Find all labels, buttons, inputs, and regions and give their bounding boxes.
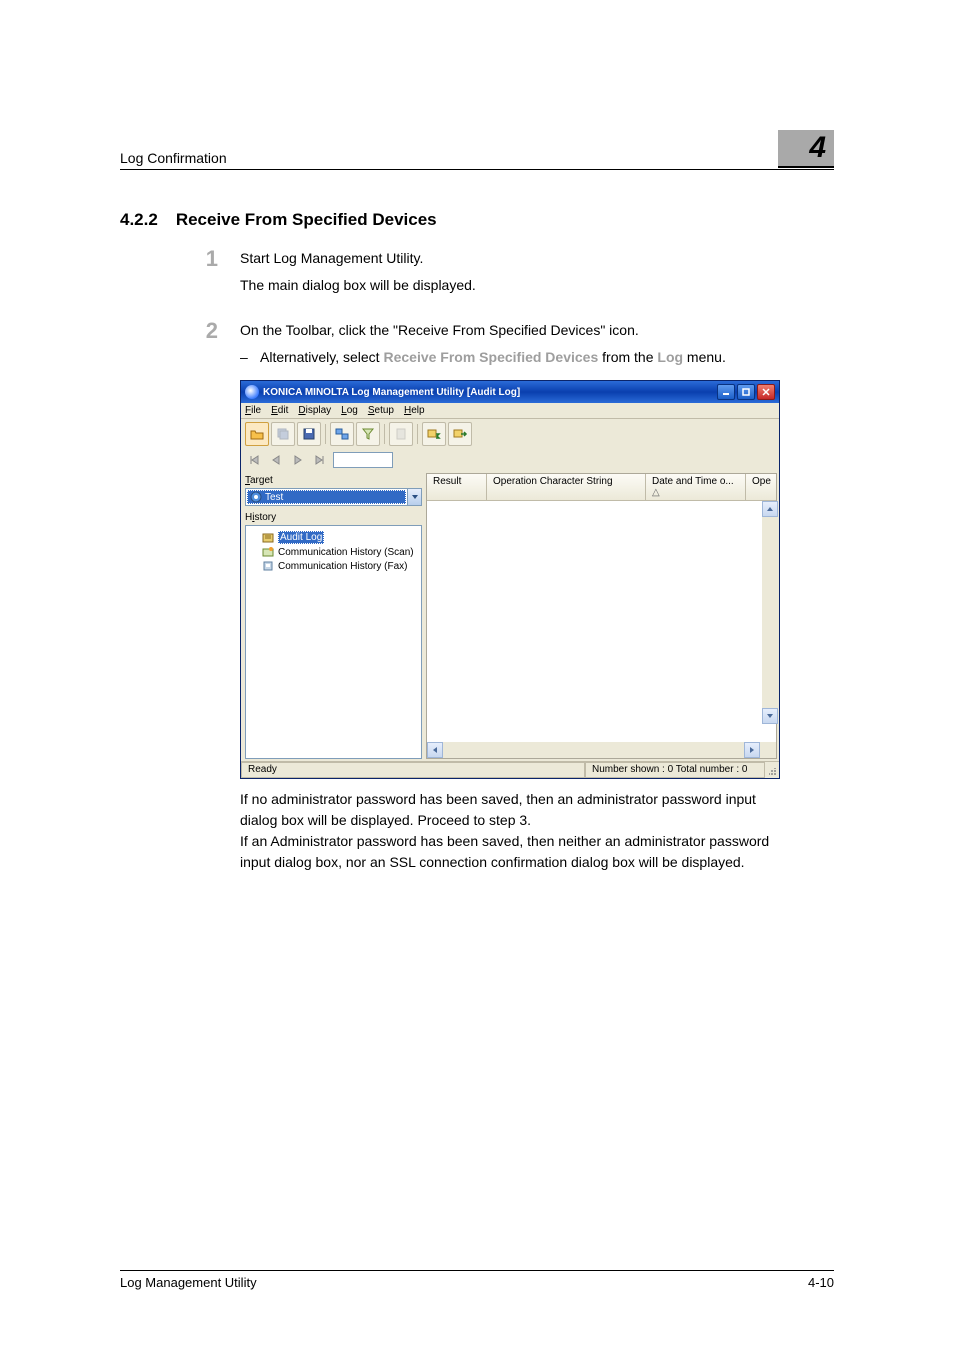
running-head: Log Confirmation bbox=[120, 150, 227, 166]
maximize-button[interactable] bbox=[737, 384, 755, 400]
next-page-button[interactable] bbox=[289, 452, 307, 468]
step-1-line-1: Start Log Management Utility. bbox=[240, 248, 834, 269]
step-1: 1 Start Log Management Utility. The main… bbox=[120, 248, 834, 302]
history-tree[interactable]: Audit Log Communication History (Scan) C… bbox=[245, 525, 422, 759]
page-footer: Log Management Utility 4-10 bbox=[120, 1270, 834, 1290]
menu-edit[interactable]: Edit bbox=[271, 405, 288, 416]
titlebar: KONICA MINOLTA Log Management Utility [A… bbox=[241, 381, 779, 403]
window-title: KONICA MINOLTA Log Management Utility [A… bbox=[263, 387, 520, 398]
grid-header: Result Operation Character String Date a… bbox=[427, 474, 776, 501]
step-1-line-2: The main dialog box will be displayed. bbox=[240, 275, 834, 296]
save-all-button[interactable] bbox=[271, 422, 295, 446]
minimize-button[interactable] bbox=[717, 384, 735, 400]
page-input[interactable] bbox=[333, 452, 393, 468]
history-label: History bbox=[245, 512, 422, 523]
left-pane: Target Test History Audit Log bbox=[241, 471, 426, 761]
tree-item-fax-history[interactable]: Communication History (Fax) bbox=[250, 559, 417, 573]
audit-log-icon bbox=[262, 532, 274, 544]
ui-ref-log-menu: Log bbox=[657, 349, 683, 365]
vertical-scrollbar[interactable] bbox=[762, 501, 778, 724]
step-2-number: 2 bbox=[170, 320, 240, 374]
horizontal-scrollbar[interactable] bbox=[427, 742, 776, 758]
scroll-down-button[interactable] bbox=[762, 708, 778, 724]
tree-item-audit-log[interactable]: Audit Log bbox=[250, 530, 417, 545]
col-ope[interactable]: Ope bbox=[746, 474, 776, 500]
scroll-right-button[interactable] bbox=[744, 742, 760, 758]
menu-help[interactable]: Help bbox=[404, 405, 425, 416]
menu-file[interactable]: File bbox=[245, 405, 261, 416]
first-page-button[interactable] bbox=[245, 452, 263, 468]
scroll-corner bbox=[760, 742, 776, 758]
footer-right: 4-10 bbox=[808, 1275, 834, 1290]
toolbar-separator-2 bbox=[384, 424, 385, 444]
dropdown-arrow-icon[interactable] bbox=[407, 489, 421, 505]
col-result[interactable]: Result bbox=[427, 474, 487, 500]
chapter-number: 4 bbox=[809, 131, 826, 164]
menu-setup[interactable]: Setup bbox=[368, 405, 394, 416]
filter-button[interactable] bbox=[356, 422, 380, 446]
open-file-button[interactable] bbox=[245, 422, 269, 446]
step-2-bullet: Alternatively, select Receive From Speci… bbox=[240, 347, 834, 368]
statusbar: Ready Number shown : 0 Total number : 0 bbox=[241, 761, 779, 778]
receive-all-button[interactable] bbox=[422, 422, 446, 446]
target-value: Test bbox=[265, 492, 283, 503]
save-button[interactable] bbox=[297, 422, 321, 446]
grid-body bbox=[427, 501, 776, 742]
col-datetime[interactable]: Date and Time o... △ bbox=[646, 474, 746, 500]
post-screenshot-paragraph: If no administrator password has been sa… bbox=[240, 789, 780, 873]
last-page-button[interactable] bbox=[311, 452, 329, 468]
app-icon bbox=[245, 385, 259, 399]
section-heading: 4.2.2 Receive From Specified Devices bbox=[120, 210, 834, 230]
toolbar bbox=[241, 419, 779, 449]
prev-page-button[interactable] bbox=[267, 452, 285, 468]
device-list-button[interactable] bbox=[330, 422, 354, 446]
status-ready: Ready bbox=[241, 762, 585, 778]
step-2-line-1: On the Toolbar, click the "Receive From … bbox=[240, 320, 834, 341]
section-title: Receive From Specified Devices bbox=[176, 210, 437, 230]
sort-indicator-icon: △ bbox=[652, 487, 660, 498]
resize-grip[interactable] bbox=[765, 762, 779, 778]
target-select[interactable]: Test bbox=[245, 488, 422, 506]
app-window: KONICA MINOLTA Log Management Utility [A… bbox=[240, 380, 780, 779]
col-operation[interactable]: Operation Character String bbox=[487, 474, 646, 500]
page-header: Log Confirmation bbox=[120, 150, 834, 170]
chapter-badge: 4 bbox=[778, 130, 834, 166]
fax-history-icon bbox=[262, 560, 274, 572]
menu-log[interactable]: Log bbox=[341, 405, 358, 416]
status-counts: Number shown : 0 Total number : 0 bbox=[585, 762, 765, 778]
delete-button[interactable] bbox=[389, 422, 413, 446]
close-button[interactable] bbox=[757, 384, 775, 400]
step-1-number: 1 bbox=[170, 248, 240, 302]
footer-left: Log Management Utility bbox=[120, 1275, 257, 1290]
ui-ref-receive: Receive From Specified Devices bbox=[383, 349, 598, 365]
device-icon bbox=[250, 491, 262, 503]
toolbar-separator-3 bbox=[417, 424, 418, 444]
step-2: 2 On the Toolbar, click the "Receive Fro… bbox=[120, 320, 834, 374]
tree-item-scan-history[interactable]: Communication History (Scan) bbox=[250, 545, 417, 559]
navbar bbox=[241, 449, 779, 471]
receive-specified-button[interactable] bbox=[448, 422, 472, 446]
target-label: Target bbox=[245, 475, 422, 486]
scan-history-icon bbox=[262, 546, 274, 558]
menu-display[interactable]: Display bbox=[298, 405, 331, 416]
toolbar-separator bbox=[325, 424, 326, 444]
scroll-left-button[interactable] bbox=[427, 742, 443, 758]
right-pane: Result Operation Character String Date a… bbox=[426, 473, 777, 759]
scroll-up-button[interactable] bbox=[762, 501, 778, 517]
section-number: 4.2.2 bbox=[120, 210, 158, 230]
menubar: File Edit Display Log Setup Help bbox=[241, 403, 779, 419]
